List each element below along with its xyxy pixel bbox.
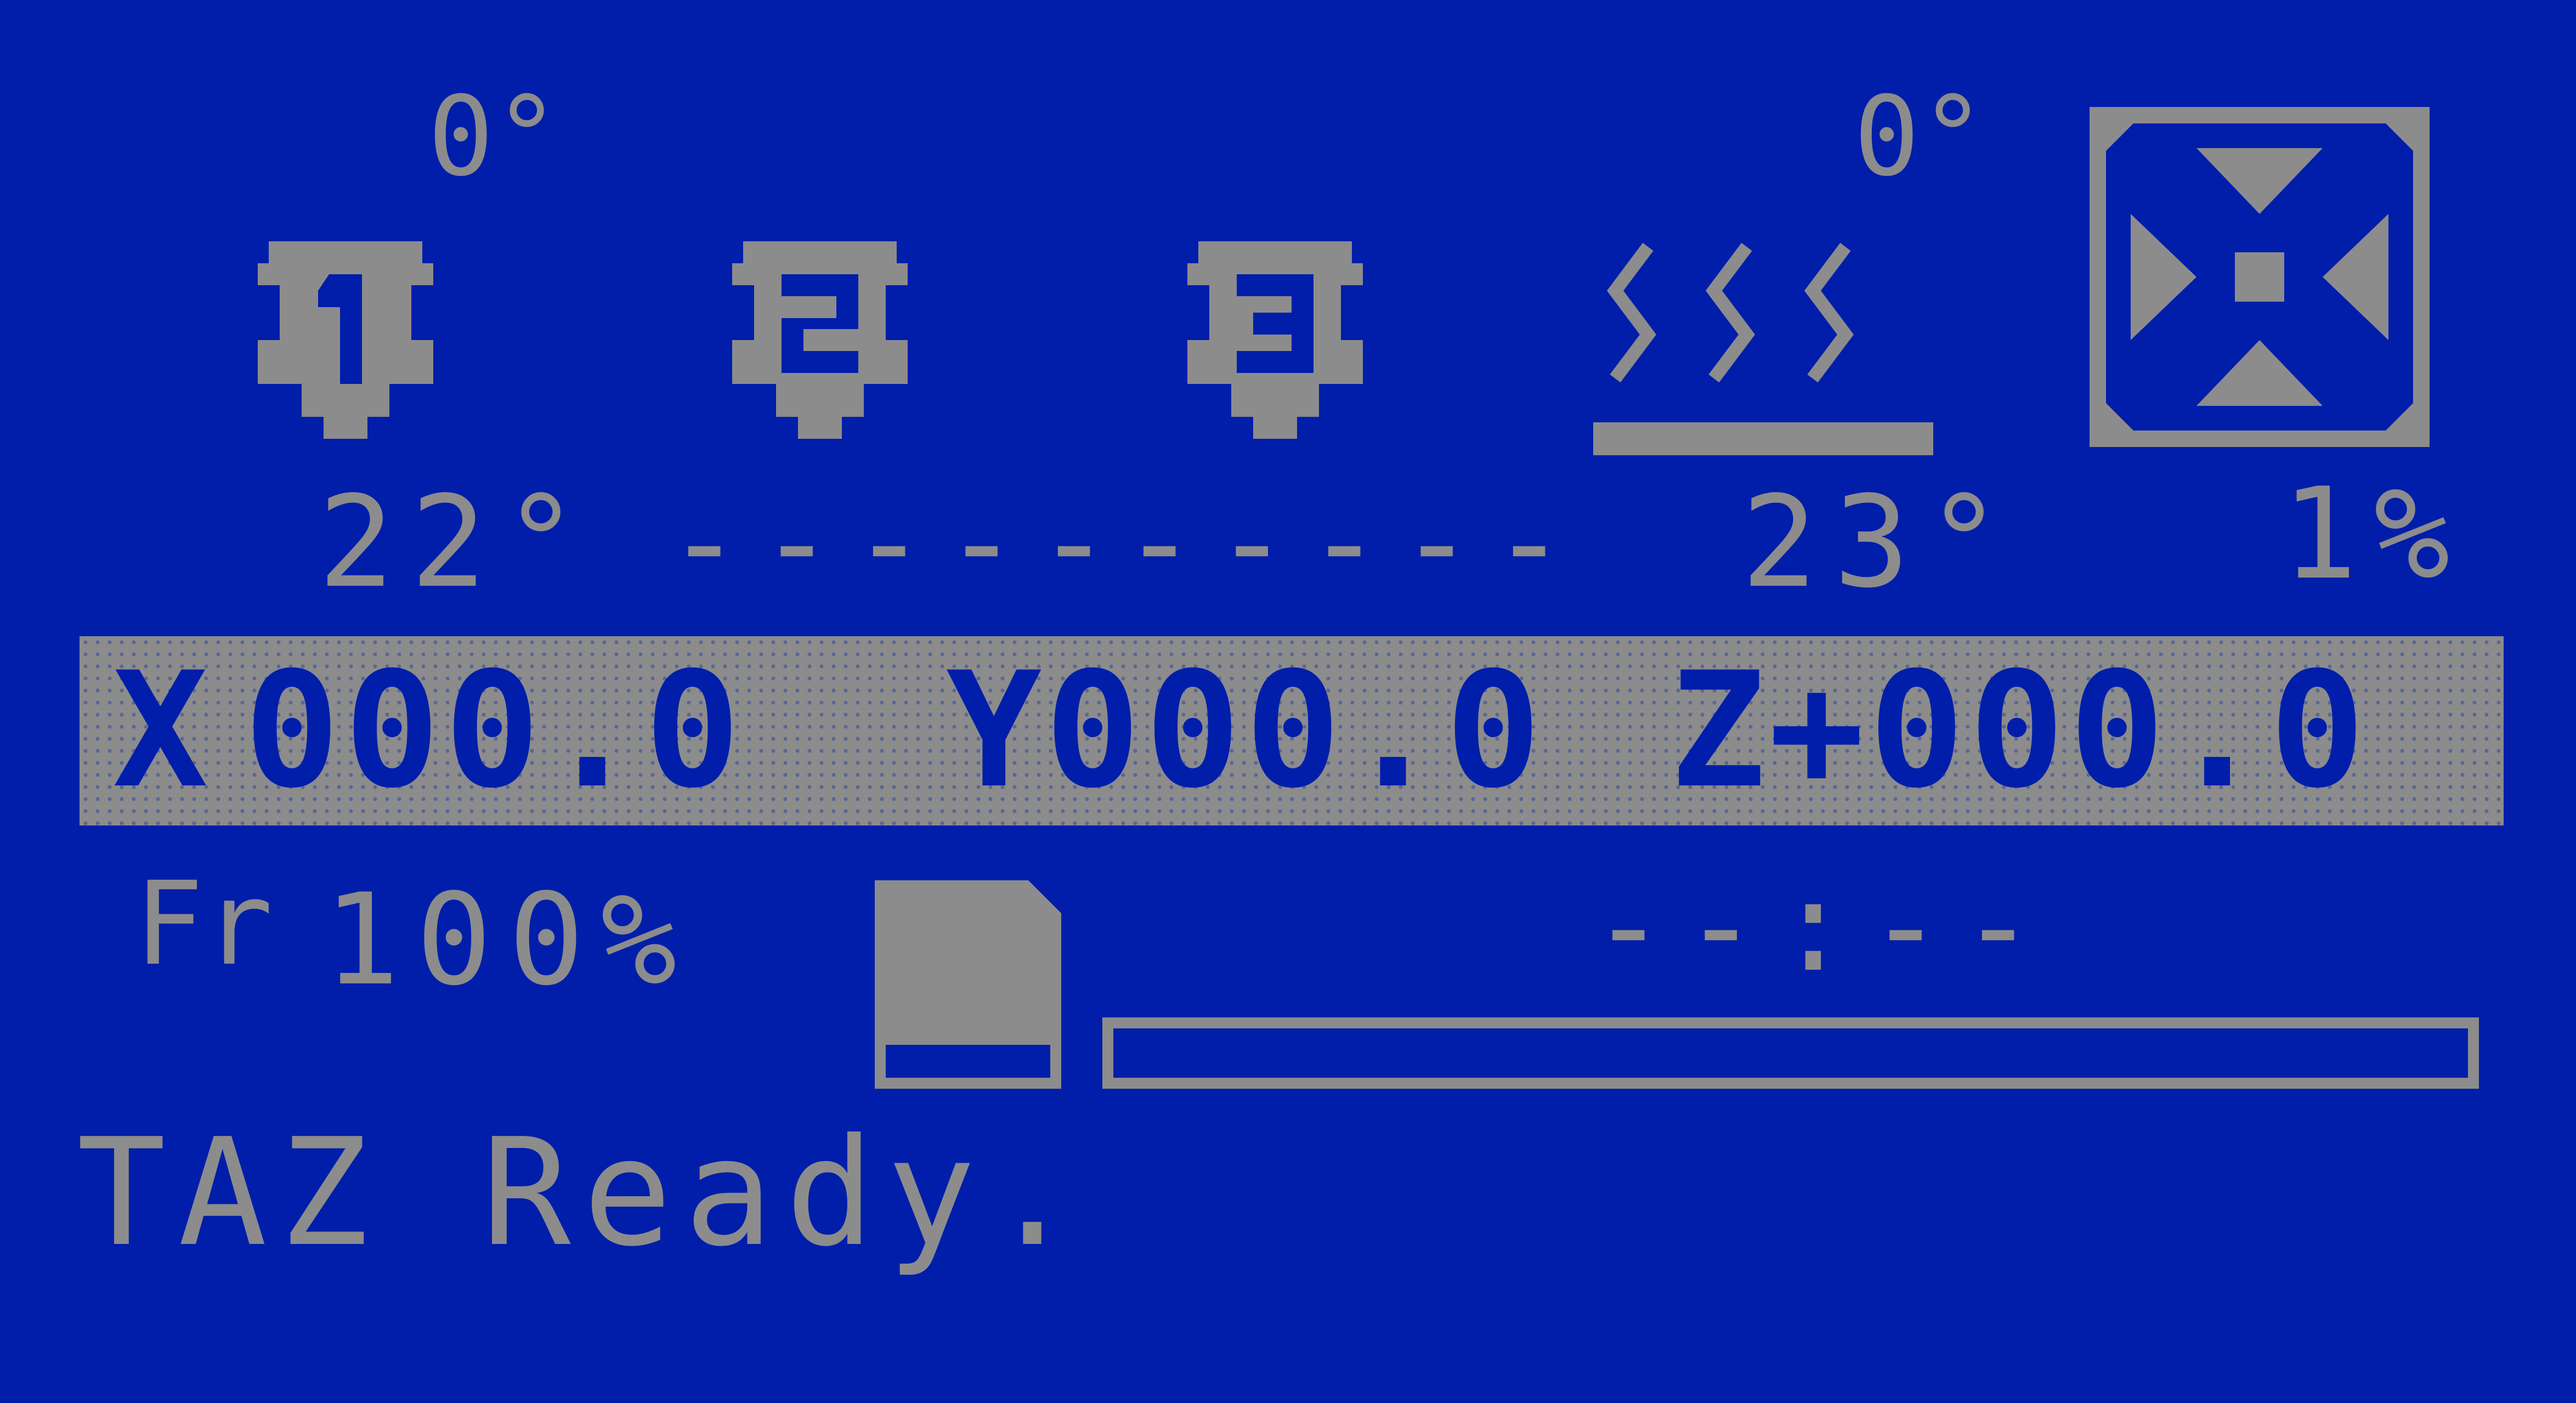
extruder1-target-temp: 0° (428, 73, 560, 201)
fan-speed: 1% (2281, 461, 2466, 608)
z-axis-label: Z (1670, 638, 1770, 823)
hotend-1-icon (258, 241, 433, 439)
extruder2-current-temp: ----- (666, 469, 1129, 616)
print-elapsed-time: --:-- (1590, 853, 2053, 1000)
sd-card-icon (875, 880, 1061, 1089)
fan-icon (2090, 107, 2430, 447)
y-axis-value: 000.0 (1045, 638, 1545, 823)
x-axis-label: X (112, 638, 213, 823)
status-message: TAZ Ready. (77, 1106, 1089, 1279)
hotend-2-icon (732, 241, 908, 439)
feedrate-icon: Fr (134, 857, 273, 991)
extruder3-current-temp: ----- (1122, 469, 1584, 616)
z-axis-value: +000.0 (1769, 638, 2370, 823)
heated-bed-icon (1593, 242, 1933, 455)
hotend-3-icon (1187, 241, 1363, 439)
position-readout: X 000.0 Y 000.0 Z +000.0 (80, 636, 2504, 825)
bed-current-temp: 23° (1741, 469, 2019, 616)
extruder1-current-temp: 22° (318, 469, 596, 616)
print-progress-bar (1102, 1017, 2479, 1089)
y-axis-label: Y (946, 638, 1046, 823)
feedrate-value: 100% (324, 867, 693, 1014)
bed-target-temp: 0° (1854, 73, 1986, 201)
x-axis-value: 000.0 (244, 638, 745, 823)
